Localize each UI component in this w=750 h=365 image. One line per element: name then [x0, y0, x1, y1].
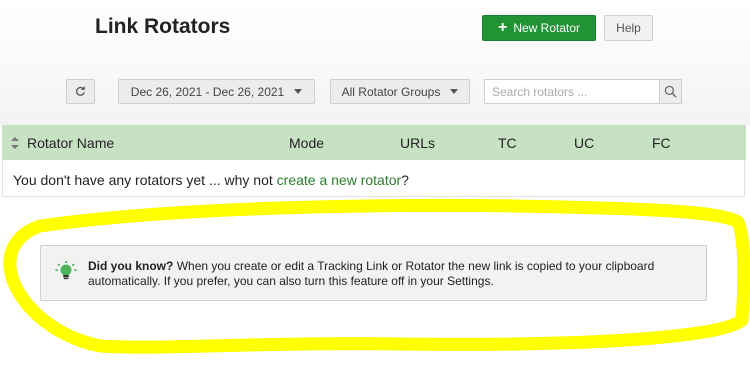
table-header: Rotator Name Mode URLs TC UC FC — [2, 125, 746, 160]
search-button[interactable] — [659, 79, 682, 104]
refresh-icon — [76, 86, 85, 96]
refresh-button[interactable] — [66, 79, 95, 104]
lightbulb-icon — [55, 261, 77, 280]
help-button[interactable]: Help — [604, 15, 653, 41]
new-rotator-label: New Rotator — [513, 21, 581, 35]
column-header-uc[interactable]: UC — [574, 135, 594, 151]
empty-state-text: You don't have any rotators yet ... why … — [13, 172, 277, 188]
search-input[interactable] — [484, 79, 660, 104]
new-rotator-button[interactable]: + New Rotator — [482, 15, 596, 41]
search-icon — [664, 85, 677, 98]
column-header-tc[interactable]: TC — [498, 135, 517, 151]
empty-state-row: You don't have any rotators yet ... why … — [2, 160, 745, 197]
create-rotator-link[interactable]: create a new rotator — [277, 172, 402, 188]
caret-down-icon — [450, 89, 459, 94]
page-title: Link Rotators — [95, 15, 231, 38]
column-header-rotator-name[interactable]: Rotator Name — [27, 135, 114, 151]
caret-down-icon — [294, 89, 303, 94]
tip-heading: Did you know? — [88, 259, 174, 273]
tip-body: When you create or edit a Tracking Link … — [88, 259, 655, 288]
column-header-fc[interactable]: FC — [652, 135, 671, 151]
empty-state-suffix: ? — [401, 172, 409, 188]
column-header-urls[interactable]: URLs — [400, 135, 435, 151]
rotator-groups-dropdown[interactable]: All Rotator Groups — [330, 79, 470, 104]
rotator-groups-value: All Rotator Groups — [341, 84, 441, 99]
tip-box: Did you know? When you create or edit a … — [40, 245, 707, 301]
sort-icon[interactable] — [11, 137, 19, 149]
column-header-mode[interactable]: Mode — [289, 135, 324, 151]
date-range-dropdown[interactable]: Dec 26, 2021 - Dec 26, 2021 — [118, 79, 315, 104]
tip-text: Did you know? When you create or edit a … — [88, 259, 688, 289]
date-range-value: Dec 26, 2021 - Dec 26, 2021 — [130, 84, 285, 99]
plus-icon: + — [497, 19, 508, 36]
